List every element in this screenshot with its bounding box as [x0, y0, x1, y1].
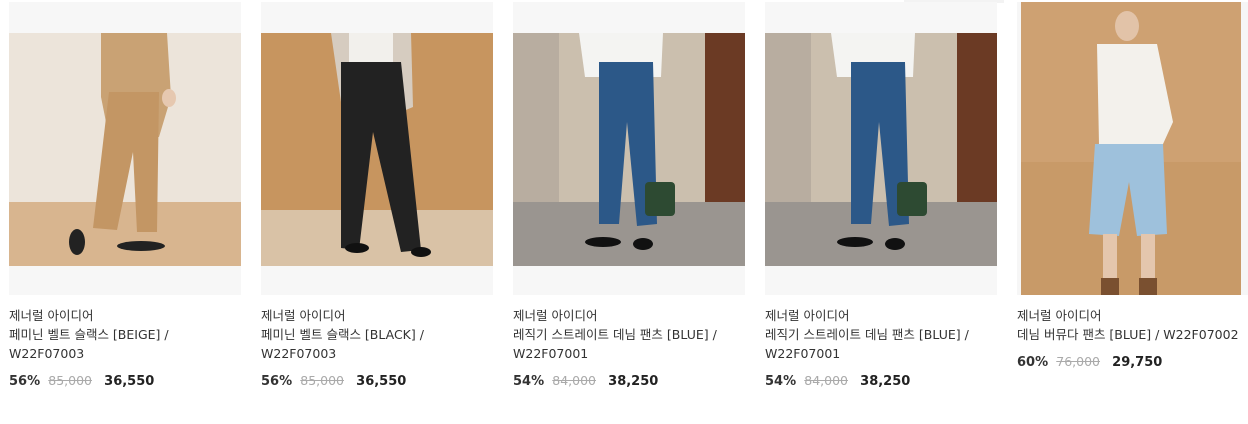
denim-bermuda-photo: [1021, 2, 1241, 295]
price-row: 54% 84,000 38,250: [765, 372, 997, 391]
discount-rate: 54%: [765, 374, 797, 389]
original-price: 84,000: [804, 373, 849, 388]
black-slacks-photo: [261, 2, 493, 295]
product-brand[interactable]: 제너럴 아이디어: [513, 306, 745, 325]
discount-rate: 56%: [261, 374, 293, 389]
product-image[interactable]: [9, 2, 241, 295]
product-brand[interactable]: 제너럴 아이디어: [765, 306, 997, 325]
denim-straight-photo: [765, 2, 997, 295]
product-name[interactable]: 레직기 스트레이트 데님 팬츠 [BLUE] / W22F07001: [513, 325, 745, 363]
product-image[interactable]: [1017, 2, 1248, 295]
product-brand[interactable]: 제너럴 아이디어: [261, 306, 493, 325]
original-price: 84,000: [552, 373, 597, 388]
product-brand[interactable]: 제너럴 아이디어: [1017, 306, 1248, 325]
sale-price: 36,550: [356, 374, 407, 389]
original-price: 76,000: [1056, 354, 1101, 369]
original-price: 85,000: [300, 373, 345, 388]
price-row: 56% 85,000 36,550: [9, 372, 241, 391]
product-image[interactable]: [261, 2, 493, 295]
product-name[interactable]: 페미닌 벨트 슬랙스 [BLACK] / W22F07003: [261, 325, 493, 363]
product-image[interactable]: [765, 2, 997, 295]
sale-price: 36,550: [104, 374, 155, 389]
sale-price: 38,250: [860, 374, 911, 389]
price-row: 54% 84,000 38,250: [513, 372, 745, 391]
price-row: 60% 76,000 29,750: [1017, 353, 1248, 372]
discount-rate: 60%: [1017, 355, 1049, 370]
price-row: 56% 85,000 36,550: [261, 372, 493, 391]
denim-straight-photo: [513, 2, 745, 295]
original-price: 85,000: [48, 373, 93, 388]
beige-slacks-photo: [9, 2, 241, 295]
sale-price: 38,250: [608, 374, 659, 389]
sale-price: 29,750: [1112, 355, 1163, 370]
discount-rate: 56%: [9, 374, 41, 389]
discount-rate: 54%: [513, 374, 545, 389]
product-name[interactable]: 페미닌 벨트 슬랙스 [BEIGE] / W22F07003: [9, 325, 241, 363]
product-name[interactable]: 데님 버뮤다 팬츠 [BLUE] / W22F07002: [1017, 325, 1248, 344]
product-name[interactable]: 레직기 스트레이트 데님 팬츠 [BLUE] / W22F07001: [765, 325, 997, 363]
product-image[interactable]: [513, 2, 745, 295]
product-brand[interactable]: 제너럴 아이디어: [9, 306, 241, 325]
